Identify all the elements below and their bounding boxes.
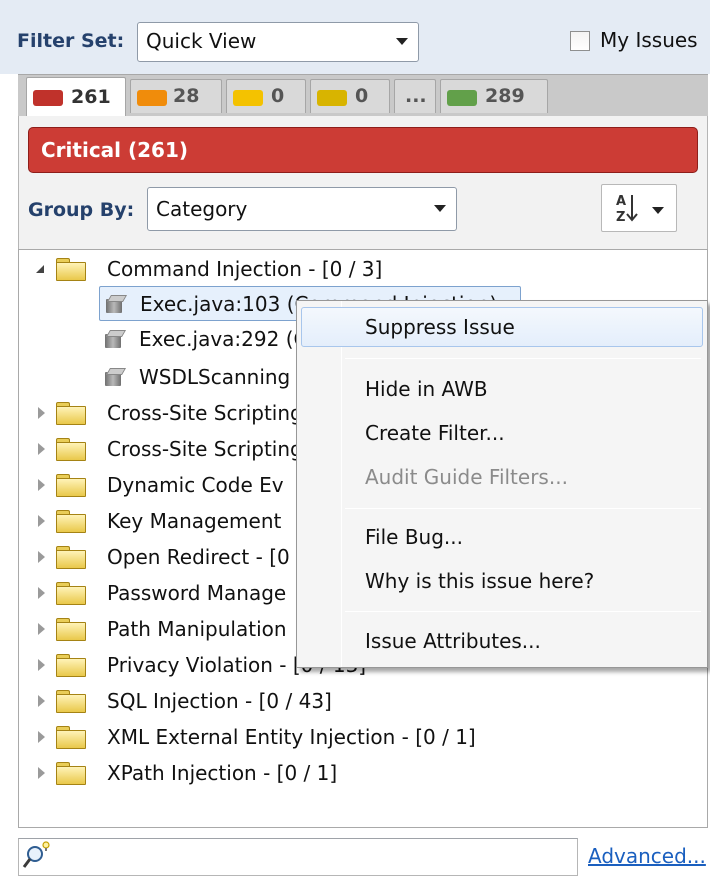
high-swatch: [137, 90, 167, 106]
category-label: Cross-Site Scripting: [107, 401, 303, 425]
expand-arrow-icon[interactable]: [34, 576, 50, 610]
expand-arrow-icon[interactable]: [34, 684, 50, 718]
priority-tabs: 261 28 0 0 ... 289: [18, 74, 708, 117]
context-menu: Suppress Issue Hide in AWB Create Filter…: [296, 300, 708, 668]
priority-banner: Critical (261): [28, 127, 698, 173]
category-label: SQL Injection - [0 / 43]: [107, 689, 332, 713]
category-label: XML External Entity Injection - [0 / 1]: [107, 725, 476, 749]
my-issues-checkbox[interactable]: [570, 31, 590, 51]
tree-category[interactable]: XML External Entity Injection - [0 / 1]: [34, 720, 634, 754]
filter-set-select[interactable]: Quick View: [137, 22, 419, 62]
tab-all-count: 289: [485, 85, 525, 107]
tab-critical-count: 261: [71, 86, 111, 108]
expand-arrow-icon[interactable]: [34, 396, 50, 430]
sort-button[interactable]: A Z: [601, 184, 677, 232]
tree-category[interactable]: XPath Injection - [0 / 1]: [34, 756, 634, 790]
folder-icon: [56, 438, 86, 461]
category-label: Cross-Site Scripting: [107, 437, 303, 461]
folder-icon: [56, 726, 86, 749]
folder-icon: [56, 258, 86, 281]
critical-swatch: [33, 90, 63, 106]
issue-icon: [105, 368, 125, 386]
expand-arrow-icon[interactable]: [34, 540, 50, 574]
issue-label: WSDLScanning: [139, 365, 291, 389]
search-input[interactable]: [18, 838, 578, 876]
search-icon: [22, 841, 50, 868]
category-label: Key Management: [107, 509, 282, 533]
group-by-label: Group By:: [28, 199, 135, 221]
my-issues-label[interactable]: My Issues: [600, 28, 698, 52]
tree-category[interactable]: SQL Injection - [0 / 43]: [34, 684, 634, 718]
issue-icon: [106, 295, 126, 313]
menu-separator: [345, 508, 701, 509]
category-label: Password Manage: [107, 581, 287, 605]
all-swatch: [447, 90, 477, 106]
menu-item-issue-attributes[interactable]: Issue Attributes...: [301, 621, 703, 661]
menu-separator: [345, 611, 701, 612]
folder-icon: [56, 474, 86, 497]
menu-item-create-filter[interactable]: Create Filter...: [301, 413, 703, 453]
chevron-down-icon: [396, 38, 408, 45]
sort-az-icon: A Z: [616, 194, 664, 225]
expand-arrow-icon[interactable]: [34, 648, 50, 682]
tab-more[interactable]: ...: [394, 79, 436, 113]
group-by-value: Category: [156, 197, 248, 221]
tab-low-count: 0: [355, 85, 369, 107]
expand-arrow-icon[interactable]: [34, 432, 50, 466]
tab-low[interactable]: 0: [310, 79, 390, 113]
tab-all[interactable]: 289: [440, 79, 548, 113]
folder-icon: [56, 582, 86, 605]
folder-icon: [56, 402, 86, 425]
expand-arrow-icon[interactable]: [34, 468, 50, 502]
expand-arrow-icon[interactable]: [34, 612, 50, 646]
category-label: Open Redirect - [0: [107, 545, 290, 569]
expand-arrow-icon[interactable]: [34, 252, 50, 286]
advanced-link[interactable]: Advanced...: [588, 844, 706, 868]
tab-high-count: 28: [173, 85, 200, 107]
tree-category-command-injection[interactable]: Command Injection - [0 / 3]: [34, 252, 534, 286]
chevron-down-icon: [434, 205, 446, 212]
category-label: Command Injection - [0 / 3]: [107, 257, 383, 281]
menu-item-suppress-issue[interactable]: Suppress Issue: [301, 307, 703, 347]
menu-item-audit-guide-filters: Audit Guide Filters...: [365, 465, 568, 489]
menu-item-why-is-this-issue-here[interactable]: Why is this issue here?: [301, 561, 703, 601]
medium-swatch: [233, 90, 263, 106]
expand-arrow-icon[interactable]: [34, 756, 50, 790]
menu-item-hide-in-awb[interactable]: Hide in AWB: [301, 369, 703, 409]
tab-medium[interactable]: 0: [226, 79, 306, 113]
folder-icon: [56, 510, 86, 533]
group-by-select[interactable]: Category: [147, 187, 457, 231]
tab-critical[interactable]: 261: [26, 77, 126, 117]
tab-high[interactable]: 28: [130, 79, 222, 113]
folder-icon: [56, 618, 86, 641]
svg-text:Z: Z: [616, 210, 625, 225]
issue-icon: [105, 330, 125, 348]
category-label: Dynamic Code Ev: [107, 473, 284, 497]
low-swatch: [317, 90, 347, 106]
expand-arrow-icon[interactable]: [34, 504, 50, 538]
menu-item-file-bug[interactable]: File Bug...: [301, 517, 703, 557]
filter-set-value: Quick View: [146, 29, 257, 53]
category-label: Path Manipulation: [107, 617, 287, 641]
folder-icon: [56, 654, 86, 677]
folder-icon: [56, 546, 86, 569]
category-label: XPath Injection - [0 / 1]: [107, 761, 338, 785]
folder-icon: [56, 762, 86, 785]
tab-medium-count: 0: [271, 85, 285, 107]
tab-more-label: ...: [405, 85, 427, 107]
menu-separator: [345, 358, 701, 359]
svg-text:A: A: [616, 194, 626, 209]
folder-icon: [56, 690, 86, 713]
filter-set-label: Filter Set:: [17, 30, 125, 52]
expand-arrow-icon[interactable]: [34, 720, 50, 754]
